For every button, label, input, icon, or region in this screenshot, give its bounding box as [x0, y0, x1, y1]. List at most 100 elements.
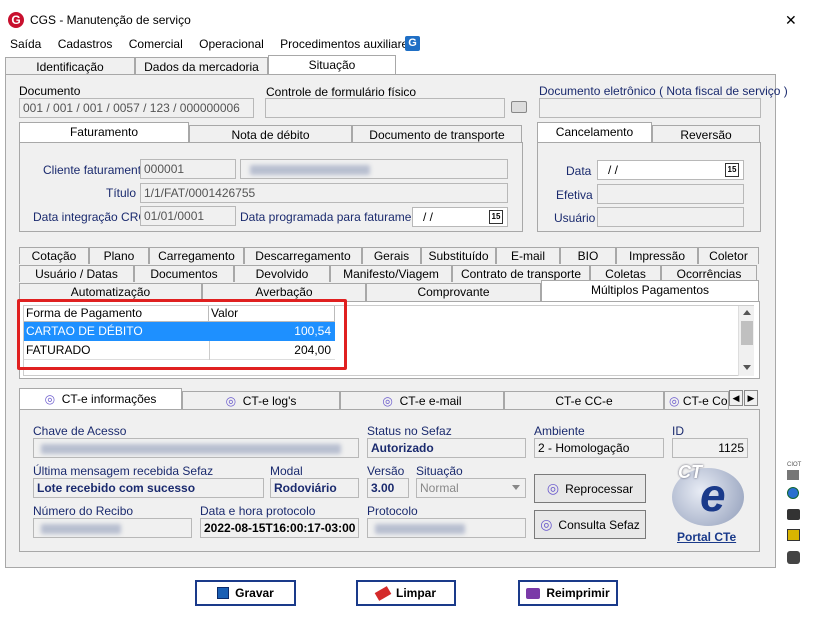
chave-label: Chave de Acesso — [33, 424, 127, 438]
tab-carregamento[interactable]: Carregamento — [149, 247, 244, 264]
grid-scrollbar[interactable] — [738, 306, 754, 376]
data-prot-field[interactable]: 2022-08-15T16:00:17-03:00 — [200, 518, 359, 538]
limpar-button[interactable]: Limpar — [356, 580, 456, 606]
cancel-data-field[interactable]: / / — [597, 160, 744, 180]
recibo-field[interactable] — [33, 518, 192, 538]
reimprimir-button[interactable]: Reimprimir — [518, 580, 618, 606]
versao-label: Versão — [367, 464, 405, 478]
gravar-button[interactable]: Gravar — [195, 580, 296, 606]
person-icon[interactable] — [787, 551, 800, 564]
tab-bio[interactable]: BIO — [560, 247, 616, 264]
scroll-up-icon[interactable] — [743, 310, 751, 315]
protocolo-label: Protocolo — [367, 504, 418, 518]
tab-usuario-datas[interactable]: Usuário / Datas — [19, 265, 134, 282]
titulo-field[interactable]: 1/1/FAT/0001426755 — [140, 183, 508, 203]
tab-dados-mercadoria[interactable]: Dados da mercadoria — [135, 57, 268, 75]
tab-identificacao[interactable]: Identificação — [5, 57, 135, 75]
hand-icon[interactable] — [787, 509, 800, 520]
tab-scroll-right-icon[interactable]: ▶ — [744, 390, 758, 406]
menu-operacional[interactable]: Operacional — [199, 37, 264, 51]
tab-descarregamento[interactable]: Descarregamento — [244, 247, 362, 264]
tab-cancelamento[interactable]: Cancelamento — [537, 122, 652, 142]
situacao-label: Situação — [416, 464, 463, 478]
menu-saida[interactable]: Saída — [10, 37, 41, 51]
cliente-code-field[interactable]: 000001 — [140, 159, 236, 179]
earth-icon: ◎ — [546, 480, 560, 496]
tab-reversao[interactable]: Reversão — [652, 125, 760, 143]
menu-cadastros[interactable]: Cadastros — [58, 37, 113, 51]
tab-comprovante[interactable]: Comprovante — [366, 283, 541, 301]
logo-e: e — [700, 469, 726, 521]
doc-eletronico-field[interactable] — [539, 98, 761, 118]
scroll-thumb[interactable] — [741, 321, 753, 345]
tab-cte-informacoes[interactable]: ◎ CT-e informações — [19, 388, 182, 410]
ultima-field[interactable]: Lote recebido com sucesso — [33, 478, 264, 498]
earth-icon: ◎ — [669, 394, 680, 408]
tab-impressao[interactable]: Impressão — [616, 247, 698, 264]
cliente-name-field[interactable] — [240, 159, 508, 179]
tab-doc-transporte[interactable]: Documento de transporte — [352, 125, 522, 143]
truck-icon[interactable] — [787, 529, 800, 541]
efetiva-label: Efetiva — [556, 188, 593, 202]
id-label: ID — [672, 424, 684, 438]
earth-icon: ◎ — [540, 516, 553, 532]
tab-gerais[interactable]: Gerais — [362, 247, 421, 264]
printer-icon[interactable] — [511, 101, 527, 113]
tab-plano[interactable]: Plano — [89, 247, 149, 264]
id-field[interactable]: 1125 — [672, 438, 748, 458]
ultima-label: Última mensagem recebida Sefaz — [33, 464, 214, 478]
status-field[interactable]: Autorizado — [367, 438, 526, 458]
cte-logo[interactable]: CT e — [666, 458, 748, 530]
tab-cte-email[interactable]: ◎ CT-e e-mail — [340, 391, 504, 410]
efetiva-field[interactable] — [597, 184, 744, 204]
tab-substituido[interactable]: Substituído — [421, 247, 496, 264]
menu-bar: Saída Cadastros Comercial Operacional Pr… — [10, 37, 427, 53]
tab-manifesto-viagem[interactable]: Manifesto/Viagem — [330, 265, 452, 282]
titulo-label: Título — [106, 186, 137, 200]
close-icon[interactable]: ✕ — [785, 12, 797, 29]
documento-field[interactable]: 001 / 001 / 001 / 0057 / 123 / 000000006 — [19, 98, 254, 118]
tab-email[interactable]: E-mail — [496, 247, 560, 264]
tabs-row-1: Cotação Plano Carregamento Descarregamen… — [19, 247, 759, 264]
ciot-icon[interactable] — [787, 470, 799, 480]
ambiente-label: Ambiente — [534, 424, 585, 438]
tab-cte-cce[interactable]: CT-e CC-e — [504, 391, 664, 410]
window-title: CGS - Manutenção de serviço — [30, 13, 191, 27]
globe-icon[interactable] — [787, 487, 799, 499]
tab-situacao[interactable]: Situação — [268, 55, 396, 75]
scroll-down-icon[interactable] — [743, 365, 751, 370]
data-prot-label: Data e hora protocolo — [200, 504, 316, 518]
calendar-icon[interactable]: 15 — [489, 210, 503, 224]
consulta-sefaz-button[interactable]: ◎ Consulta Sefaz — [534, 510, 646, 539]
tab-nota-debito[interactable]: Nota de débito — [189, 125, 352, 143]
tab-documentos[interactable]: Documentos — [134, 265, 234, 282]
protocolo-field[interactable] — [367, 518, 526, 538]
situacao-select[interactable]: Normal — [416, 478, 526, 498]
data-crc-field[interactable]: 01/01/0001 — [140, 206, 236, 226]
chevron-down-icon[interactable] — [512, 485, 520, 490]
chave-field[interactable] — [33, 438, 359, 458]
help-icon[interactable]: G — [405, 36, 420, 51]
tab-cte-co[interactable]: ◎ CT-e Co — [664, 391, 729, 410]
tab-devolvido[interactable]: Devolvido — [234, 265, 330, 282]
tab-scroll-left-icon[interactable]: ◀ — [729, 390, 743, 406]
modal-field[interactable]: Rodoviário — [270, 478, 359, 498]
menu-procedimentos[interactable]: Procedimentos auxiliares — [280, 37, 414, 51]
versao-field[interactable]: 3.00 — [367, 478, 409, 498]
ambiente-field[interactable]: 2 - Homologação — [534, 438, 664, 458]
cte-tabs: ◎ CT-e informações ◎ CT-e log's ◎ CT-e e… — [19, 388, 760, 410]
controle-field[interactable] — [265, 98, 505, 118]
usuario-field[interactable] — [597, 207, 744, 227]
tab-coletor[interactable]: Coletor — [698, 247, 759, 264]
reprocessar-button[interactable]: ◎ Reprocessar — [534, 474, 646, 503]
portal-cte-link[interactable]: Portal CTe — [677, 530, 736, 544]
cancel-calendar-icon[interactable]: 15 — [725, 163, 739, 177]
tab-faturamento[interactable]: Faturamento — [19, 122, 189, 142]
tab-cotacao[interactable]: Cotação — [19, 247, 89, 264]
blurred-protocolo — [375, 523, 465, 534]
tab-multiplos-pagamentos[interactable]: Múltiplos Pagamentos — [541, 280, 759, 301]
menu-comercial[interactable]: Comercial — [129, 37, 183, 51]
tab-cte-logs[interactable]: ◎ CT-e log's — [182, 391, 340, 410]
cancel-data-label: Data — [566, 164, 592, 178]
doc-eletronico-label: Documento eletrônico ( Nota fiscal de se… — [539, 84, 788, 98]
